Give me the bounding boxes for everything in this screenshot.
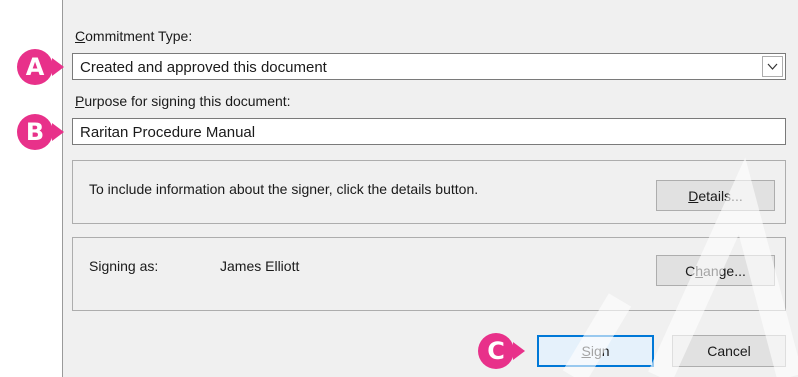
commitment-type-label: Commitment Type:: [75, 28, 193, 44]
cancel-button[interactable]: Cancel: [672, 335, 786, 367]
signing-as-label: Signing as:: [89, 258, 159, 274]
callout-c-pointer: [513, 342, 525, 360]
callout-a-badge: A: [17, 49, 53, 85]
change-button[interactable]: Change...: [656, 255, 775, 286]
commitment-type-dropdown[interactable]: Created and approved this document: [72, 53, 786, 80]
purpose-input-value: Raritan Procedure Manual: [80, 124, 256, 141]
purpose-label: Purpose for signing this document:: [75, 93, 291, 109]
chevron-down-icon[interactable]: [762, 56, 783, 77]
details-button[interactable]: Details...: [656, 180, 775, 211]
callout-a-pointer: [52, 58, 64, 76]
purpose-input[interactable]: Raritan Procedure Manual: [72, 118, 786, 145]
signer-name: James Elliott: [220, 258, 300, 274]
callout-b-badge: B: [17, 114, 53, 150]
signer-details-text: To include information about the signer,…: [89, 181, 479, 197]
commitment-type-value: Created and approved this document: [80, 59, 327, 76]
callout-c-badge: C: [478, 333, 514, 369]
callout-b-pointer: [52, 123, 64, 141]
sign-button[interactable]: Sign: [537, 335, 654, 367]
